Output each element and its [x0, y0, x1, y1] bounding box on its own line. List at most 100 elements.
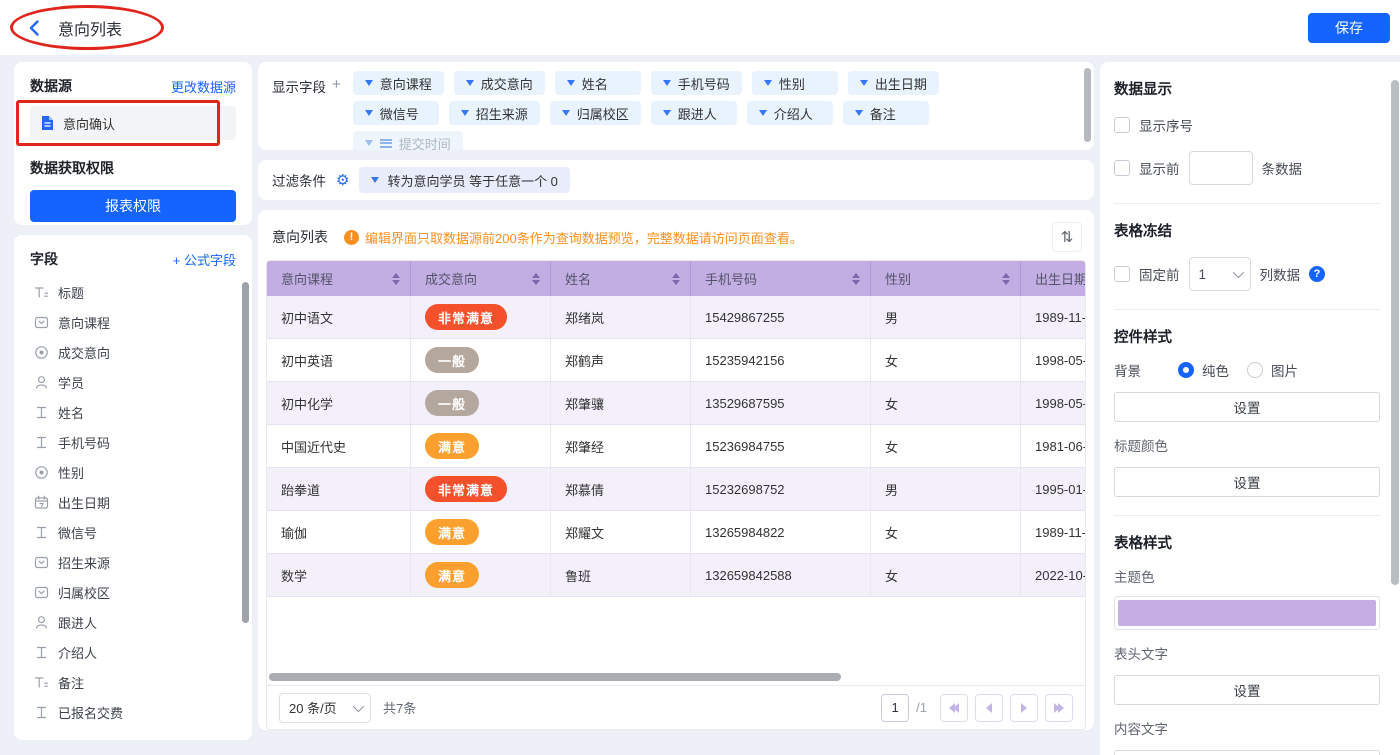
field-item[interactable]: 备注: [30, 667, 236, 697]
add-display-field-button[interactable]: +: [332, 76, 341, 141]
display-field-tag[interactable]: 介绍人: [747, 101, 833, 125]
cell-phone: 15429867255: [691, 296, 871, 338]
table-header-cell[interactable]: 出生日期: [1021, 261, 1086, 296]
display-field-tag[interactable]: 备注: [843, 101, 929, 125]
field-item[interactable]: 标题: [30, 277, 236, 307]
horizontal-scrollbar[interactable]: [269, 673, 841, 681]
table-header-cell[interactable]: 手机号码: [691, 261, 871, 296]
next-page-button[interactable]: [1010, 694, 1038, 722]
image-radio[interactable]: [1247, 362, 1263, 378]
field-type-icon: [34, 405, 49, 420]
add-formula-field-link[interactable]: + 公式字段: [173, 250, 236, 269]
save-button[interactable]: 保存: [1308, 13, 1390, 43]
display-field-tag[interactable]: 成交意向: [454, 71, 545, 95]
field-item[interactable]: 性别: [30, 457, 236, 487]
display-field-tag[interactable]: 性别: [752, 71, 838, 95]
question-circle-icon[interactable]: ?: [1309, 266, 1325, 282]
sort-toggle-icon[interactable]: [672, 273, 680, 285]
show-first-checkbox[interactable]: [1114, 160, 1130, 176]
cell-phone: 15232698752: [691, 468, 871, 510]
field-item[interactable]: 招生来源: [30, 547, 236, 577]
solid-color-radio[interactable]: [1178, 362, 1194, 378]
title-color-set-button[interactable]: 设置: [1114, 467, 1380, 497]
field-item[interactable]: 姓名: [30, 397, 236, 427]
table-header-cell[interactable]: 意向课程: [267, 261, 411, 296]
list-panel: 意向列表 ! 编辑界面只取数据源前200条作为查询数据预览，完整数据请访问页面查…: [258, 210, 1094, 730]
display-field-tag[interactable]: 出生日期: [848, 71, 939, 95]
header-text-set-button[interactable]: 设置: [1114, 675, 1380, 705]
chevron-down-icon: [764, 80, 772, 86]
table-row[interactable]: 初中语文 非常满意 郑绪岚 15429867255 男 1989-11-: [267, 296, 1086, 339]
cell-course: 数学: [267, 554, 411, 596]
table-row[interactable]: 瑜伽 满意 郑耀文 13265984822 女 1989-11-: [267, 511, 1086, 554]
sort-toggle-icon[interactable]: [532, 273, 540, 285]
column-label: 性别: [885, 269, 911, 288]
sort-toggle-icon[interactable]: [852, 273, 860, 285]
sort-arrows-button[interactable]: ⇅: [1052, 222, 1082, 252]
intent-badge: 满意: [425, 562, 479, 588]
report-permission-button[interactable]: 报表权限: [30, 190, 236, 222]
content-text-set-button[interactable]: 设置: [1114, 750, 1380, 755]
field-item[interactable]: 成交意向: [30, 337, 236, 367]
field-item[interactable]: 介绍人: [30, 637, 236, 667]
field-item[interactable]: 跟进人: [30, 607, 236, 637]
freeze-checkbox[interactable]: [1114, 266, 1130, 282]
display-field-tag[interactable]: 意向课程: [353, 71, 444, 95]
cell-phone: 15236984755: [691, 425, 871, 467]
display-field-tag[interactable]: 微信号: [353, 101, 439, 125]
field-type-icon: [34, 435, 49, 450]
table-header-cell[interactable]: 姓名: [551, 261, 691, 296]
table-header-cell[interactable]: 成交意向: [411, 261, 551, 296]
display-field-tag[interactable]: 姓名: [555, 71, 641, 95]
field-label: 学员: [58, 373, 84, 392]
chevron-down-icon: [663, 110, 671, 116]
display-field-tag[interactable]: 跟进人: [651, 101, 737, 125]
display-field-tag[interactable]: 招生来源: [449, 101, 540, 125]
cell-course: 中国近代史: [267, 425, 411, 467]
first-page-button[interactable]: [940, 694, 968, 722]
table-row[interactable]: 数学 满意 鲁班 132659842588 女 2022-10-: [267, 554, 1086, 597]
theme-color-swatch[interactable]: [1114, 596, 1380, 630]
display-field-tag-disabled[interactable]: 提交时间: [353, 131, 463, 150]
field-item[interactable]: 已报名交费: [30, 697, 236, 727]
display-fields-scrollbar[interactable]: [1084, 68, 1091, 142]
cell-gender: 男: [871, 468, 1021, 510]
sort-toggle-icon[interactable]: [1002, 273, 1010, 285]
display-field-tag[interactable]: 归属校区: [550, 101, 641, 125]
table-row[interactable]: 初中英语 一般 郑鹤声 15235942156 女 1998-05-: [267, 339, 1086, 382]
field-item[interactable]: 微信号: [30, 517, 236, 547]
preview-notice-text: 编辑界面只取数据源前200条作为查询数据预览，完整数据请访问页面查看。: [365, 228, 803, 247]
chevron-down-icon: [1232, 267, 1243, 278]
background-set-button[interactable]: 设置: [1114, 392, 1380, 422]
table-header-cell[interactable]: 性别: [871, 261, 1021, 296]
freeze-count-value: 1: [1199, 267, 1207, 282]
field-label: 出生日期: [58, 493, 110, 512]
field-item[interactable]: 意向课程: [30, 307, 236, 337]
cell-birth: 1998-05-: [1021, 382, 1086, 424]
field-item[interactable]: 出生日期: [30, 487, 236, 517]
gear-icon[interactable]: ⚙: [336, 173, 349, 188]
display-field-tag[interactable]: 手机号码: [651, 71, 742, 95]
change-datasource-link[interactable]: 更改数据源: [171, 77, 236, 96]
field-item[interactable]: 手机号码: [30, 427, 236, 457]
table-row[interactable]: 初中化学 一般 郑肇骧 13529687595 女 1998-05-: [267, 382, 1086, 425]
prev-page-button[interactable]: [975, 694, 1003, 722]
settings-scrollbar[interactable]: [1391, 80, 1399, 585]
table-row[interactable]: 中国近代史 满意 郑肇经 15236984755 女 1981-06-: [267, 425, 1086, 468]
sort-toggle-icon[interactable]: [392, 273, 400, 285]
page-number-input[interactable]: 1: [881, 694, 909, 722]
table-row[interactable]: 跆拳道 非常满意 郑慕倩 15232698752 男 1995-01-: [267, 468, 1086, 511]
datasource-item[interactable]: 意向确认: [30, 106, 236, 140]
filter-condition-tag[interactable]: 转为意向学员 等于任意一个 0: [359, 167, 569, 193]
datasource-title: 数据源: [30, 76, 72, 96]
page-size-select[interactable]: 20 条/页: [279, 693, 371, 723]
field-item[interactable]: 归属校区: [30, 577, 236, 607]
back-chevron-left-icon[interactable]: [26, 19, 44, 37]
freeze-count-select[interactable]: 1: [1189, 257, 1251, 291]
cell-name: 郑绪岚: [551, 296, 691, 338]
field-item[interactable]: 学员: [30, 367, 236, 397]
show-first-count-input[interactable]: [1189, 151, 1253, 185]
show-index-checkbox[interactable]: [1114, 117, 1130, 133]
last-page-button[interactable]: [1045, 694, 1073, 722]
fields-scrollbar[interactable]: [242, 282, 249, 623]
